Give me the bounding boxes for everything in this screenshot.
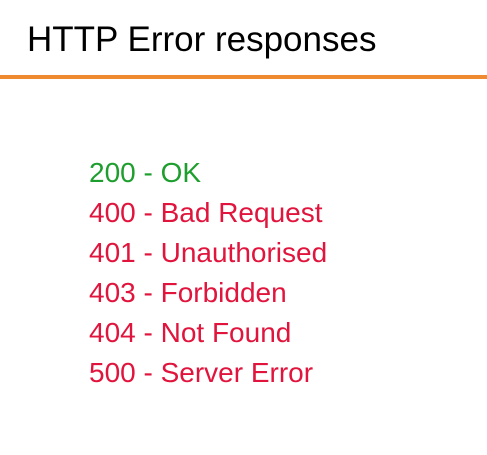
status-code-list: 200 - OK 400 - Bad Request 401 - Unautho… xyxy=(89,153,327,393)
title-divider xyxy=(0,75,487,79)
status-code-400: 400 - Bad Request xyxy=(89,197,323,228)
status-code-403: 403 - Forbidden xyxy=(89,277,287,308)
slide-title: HTTP Error responses xyxy=(27,20,377,59)
slide: HTTP Error responses 200 - OK 400 - Bad … xyxy=(0,0,487,455)
status-code-401: 401 - Unauthorised xyxy=(89,237,328,268)
status-code-500: 500 - Server Error xyxy=(89,357,314,388)
status-code-200: 200 - OK xyxy=(89,157,202,188)
status-code-404: 404 - Not Found xyxy=(89,317,292,348)
